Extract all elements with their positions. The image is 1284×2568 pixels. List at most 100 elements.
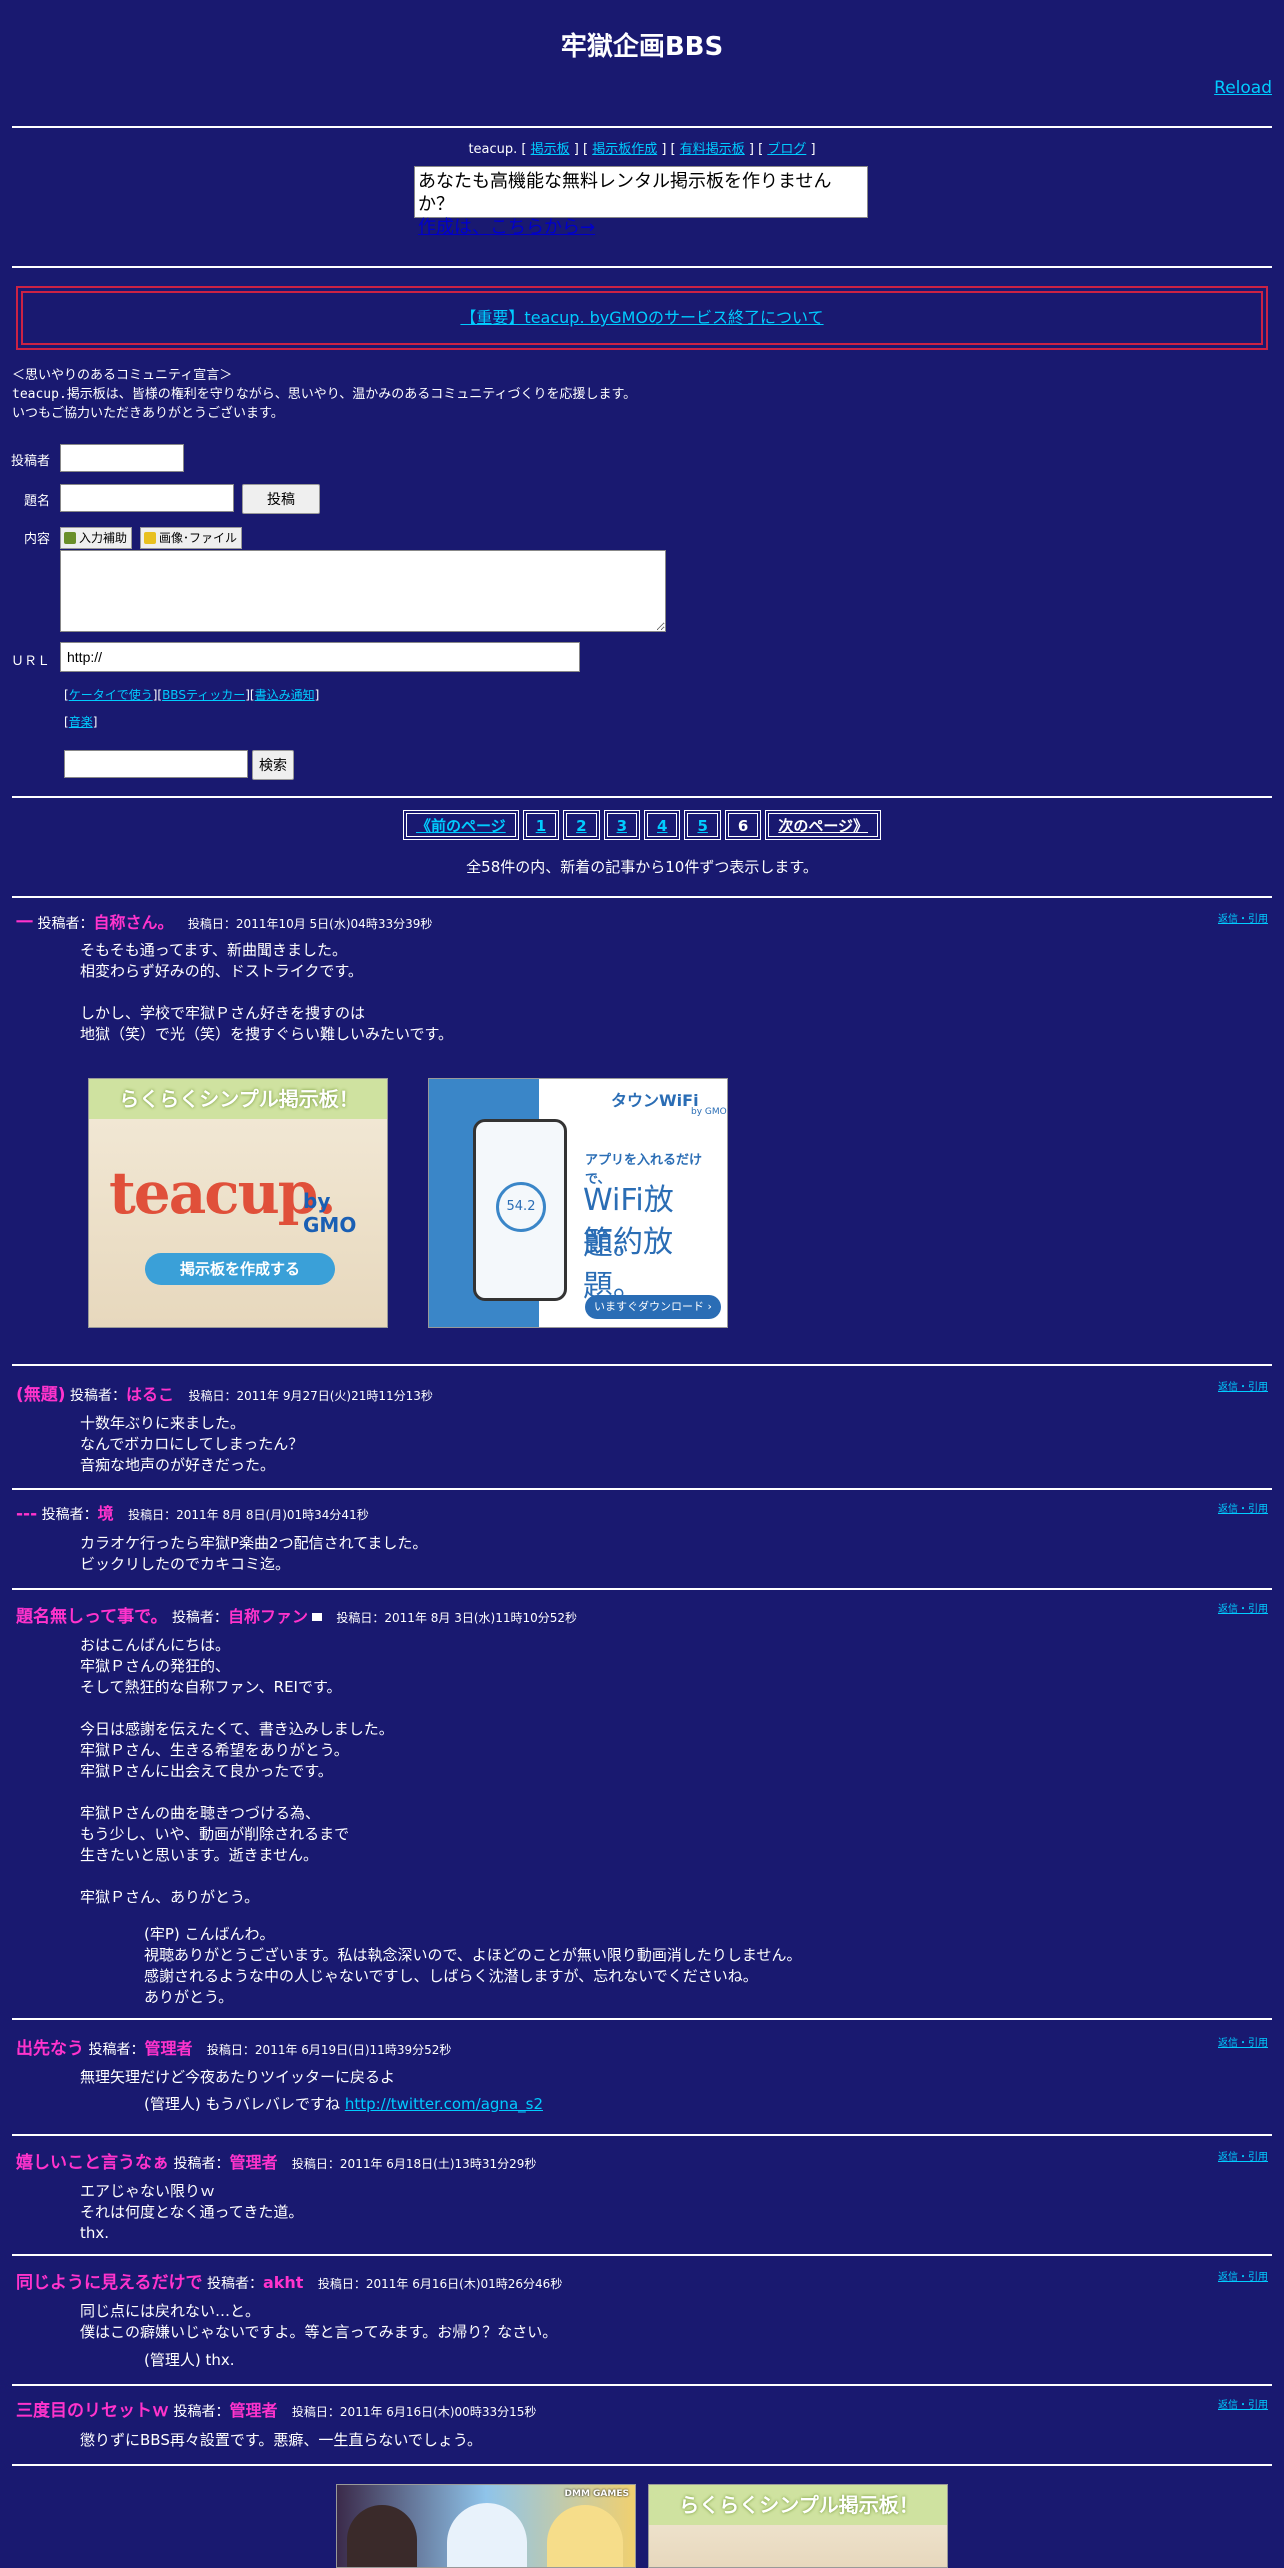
create-bbs-button: 掲示板を作成する bbox=[145, 1253, 335, 1285]
post-date: 投稿日：2011年10月 5日(水)04時33分39秒 bbox=[187, 917, 433, 931]
image-file-button[interactable]: 画像･ファイル bbox=[140, 527, 243, 549]
submit-button[interactable]: 投稿 bbox=[242, 484, 320, 514]
reply-link[interactable]: 返信・引用 bbox=[1218, 1600, 1268, 1615]
phone-image: 54.2 bbox=[473, 1119, 567, 1301]
admin-reply: (管理人) もうバレバレですね http://twitter.com/agna_… bbox=[144, 2095, 543, 2113]
teacup-text-ad: あなたも高機能な無料レンタル掲示板を作りませんか？ 作成は、こちらから→ bbox=[414, 166, 868, 238]
post-author: 境 bbox=[97, 1504, 114, 1523]
post-title: 嬉しいこと言うなぁ bbox=[16, 2153, 169, 2173]
post-date: 投稿日：2011年 6月19日(日)11時39分52秒 bbox=[206, 2043, 452, 2057]
post-date: 投稿日：2011年 6月16日(木)00時33分15秒 bbox=[291, 2405, 537, 2419]
divider bbox=[12, 896, 1272, 898]
dmm-games-banner-ad[interactable]: DMM GAMES bbox=[336, 2484, 636, 2568]
post-header: (無題) 投稿者：はるこ 投稿日：2011年 9月27日(火)21時11分13秒 bbox=[16, 1385, 433, 1405]
content-textarea[interactable] bbox=[60, 550, 666, 632]
character-image bbox=[547, 2505, 623, 2567]
download-button: いますぐダウンロード › bbox=[585, 1295, 721, 1319]
url-label: ＵＲＬ bbox=[10, 654, 50, 669]
author-label: 投稿者 bbox=[10, 454, 50, 469]
subject-input[interactable] bbox=[60, 484, 234, 512]
post-title: (無題) bbox=[16, 1385, 66, 1405]
pager-current: 6 bbox=[724, 810, 762, 840]
pager-note: 全58件の内、新着の記事から10件ずつ表示します。 bbox=[466, 858, 818, 876]
teacup-nav: teacup. [ 掲示板 ] [ 掲示板作成 ] [ 有料掲示板 ] [ ブロ… bbox=[468, 142, 816, 157]
post-author: 管理者 bbox=[229, 2401, 278, 2420]
post-date: 投稿日：2011年 6月16日(木)01時26分46秒 bbox=[317, 2277, 563, 2291]
subject-label: 題名 bbox=[23, 494, 50, 509]
post-author: はるこ bbox=[126, 1385, 175, 1404]
pager-page-1[interactable]: 1 bbox=[522, 810, 560, 840]
divider bbox=[12, 2254, 1272, 2256]
post-body: 同じ点には戻れない…と。 僕はこの癖嫌いじゃないですよ。等と言ってみます。お帰り？… bbox=[80, 2302, 558, 2341]
mail-icon[interactable] bbox=[311, 1613, 322, 1621]
wifi-banner-ad[interactable]: 54.2 タウンWiFi by GMO アプリを入れるだけで、 WiFi放題。 … bbox=[428, 1078, 728, 1328]
community-declaration: ＜思いやりのあるコミュニティ宣言＞ teacup.掲示板は、皆様の権利を守りなが… bbox=[12, 368, 637, 421]
nav-link-blog[interactable]: ブログ bbox=[767, 142, 806, 157]
search-button[interactable]: 検索 bbox=[252, 750, 294, 780]
input-assist-button[interactable]: 入力補助 bbox=[60, 527, 133, 549]
post-title: --- bbox=[16, 1504, 38, 1524]
post-title: 題名無しって事で。 bbox=[16, 1607, 168, 1627]
admin-reply: (管理人) thx. bbox=[144, 2351, 235, 2369]
post-author: 管理者 bbox=[229, 2153, 278, 2172]
post-title: 同じように見えるだけで bbox=[16, 2273, 203, 2293]
post-date: 投稿日：2011年 9月27日(火)21時11分13秒 bbox=[188, 1389, 433, 1403]
divider bbox=[12, 1588, 1272, 1590]
nav-link-bbs[interactable]: 掲示板 bbox=[531, 142, 570, 157]
pager-page-3[interactable]: 3 bbox=[603, 810, 640, 840]
divider bbox=[12, 2018, 1272, 2020]
reply-link[interactable]: 返信・引用 bbox=[1218, 2148, 1268, 2163]
post-title: 一 bbox=[16, 913, 33, 933]
folder-icon bbox=[144, 532, 156, 544]
post-date: 投稿日：2011年 6月18日(土)13時31分29秒 bbox=[291, 2157, 537, 2171]
character-image bbox=[447, 2503, 527, 2567]
post-header: 出先なう 投稿者：管理者 投稿日：2011年 6月19日(日)11時39分52秒 bbox=[16, 2039, 452, 2059]
post-body: 十数年ぶりに来ました。 なんでボカロにしてしまったん？ 音痴な地声のが好きだった。 bbox=[80, 1414, 304, 1474]
reload-link[interactable]: Reload bbox=[1214, 78, 1272, 98]
post-body: そもそも通ってます、新曲聞きました。 相変わらず好みの的、ドストライクです。 しか… bbox=[80, 941, 454, 1043]
author-input[interactable] bbox=[60, 444, 184, 472]
tool-links: [ケータイで使う][BBSティッカー][書込み通知] bbox=[64, 688, 320, 702]
post-header: --- 投稿者：境 投稿日：2011年 8月 8日(月)01時34分41秒 bbox=[16, 1504, 369, 1524]
service-notice-link[interactable]: 【重要】teacup. byGMOのサービス終了について bbox=[460, 308, 823, 327]
music-link[interactable]: 音楽 bbox=[69, 715, 93, 729]
teacup-banner-ad[interactable]: らくらくシンプル掲示板！ teacup. by GMO 掲示板を作成する bbox=[88, 1078, 388, 1328]
character-image bbox=[347, 2505, 417, 2567]
url-input[interactable] bbox=[60, 642, 580, 672]
teacup-ad-link[interactable]: 作成は、こちらから→ bbox=[418, 217, 595, 238]
nav-link-paid[interactable]: 有料掲示板 bbox=[680, 142, 745, 157]
pager-page-5[interactable]: 5 bbox=[684, 810, 721, 840]
pager-prev[interactable]: 《前のページ bbox=[402, 810, 519, 840]
mobile-link[interactable]: ケータイで使う bbox=[69, 688, 153, 702]
reply-link[interactable]: 返信・引用 bbox=[1218, 2034, 1268, 2049]
reply-link[interactable]: 返信・引用 bbox=[1218, 2396, 1268, 2411]
divider bbox=[12, 266, 1272, 268]
teacup-logo: teacup. bbox=[109, 1159, 337, 1227]
content-label: 内容 bbox=[23, 532, 50, 547]
post-author: 自称ファン bbox=[227, 1607, 308, 1626]
post-body: 懲りずにBBS再々設置です。悪癖、一生直らないでしょう。 bbox=[80, 2431, 482, 2449]
post-header: 題名無しって事で。 投稿者：自称ファン 投稿日：2011年 8月 3日(水)11… bbox=[16, 1607, 578, 1627]
pager-next[interactable]: 次のページ》 bbox=[765, 810, 882, 840]
page-title: 牢獄企画BBS bbox=[560, 32, 724, 62]
pager-page-2[interactable]: 2 bbox=[563, 810, 600, 840]
pager-page-4[interactable]: 4 bbox=[644, 810, 681, 840]
post-author: 管理者 bbox=[144, 2039, 193, 2058]
reply-link[interactable]: 返信・引用 bbox=[1218, 1500, 1268, 1515]
reply-link[interactable]: 返信・引用 bbox=[1218, 1378, 1268, 1393]
ticker-link[interactable]: BBSティッカー bbox=[162, 688, 245, 702]
post-header: 嬉しいこと言うなぁ 投稿者：管理者 投稿日：2011年 6月18日(土)13時3… bbox=[16, 2153, 537, 2173]
twitter-link[interactable]: http://twitter.com/agna_s2 bbox=[345, 2095, 543, 2113]
reply-link[interactable]: 返信・引用 bbox=[1218, 2268, 1268, 2283]
reply-link[interactable]: 返信・引用 bbox=[1218, 910, 1268, 925]
post-header: 三度目のリセットｗ 投稿者：管理者 投稿日：2011年 6月16日(木)00時3… bbox=[16, 2401, 537, 2421]
divider bbox=[12, 126, 1272, 128]
teacup-banner-ad-2[interactable]: らくらくシンプル掲示板！ bbox=[648, 2484, 948, 2568]
nav-link-create[interactable]: 掲示板作成 bbox=[592, 142, 657, 157]
post-body: カラオケ行ったら牢獄P楽曲2つ配信されてました。 ビックリしたのでカキコミ迄。 bbox=[80, 1534, 428, 1573]
search-input[interactable] bbox=[64, 750, 248, 778]
notify-link[interactable]: 書込み通知 bbox=[255, 688, 315, 702]
post-author: akht bbox=[262, 2273, 304, 2292]
divider bbox=[12, 2464, 1272, 2466]
divider bbox=[12, 1364, 1272, 1366]
